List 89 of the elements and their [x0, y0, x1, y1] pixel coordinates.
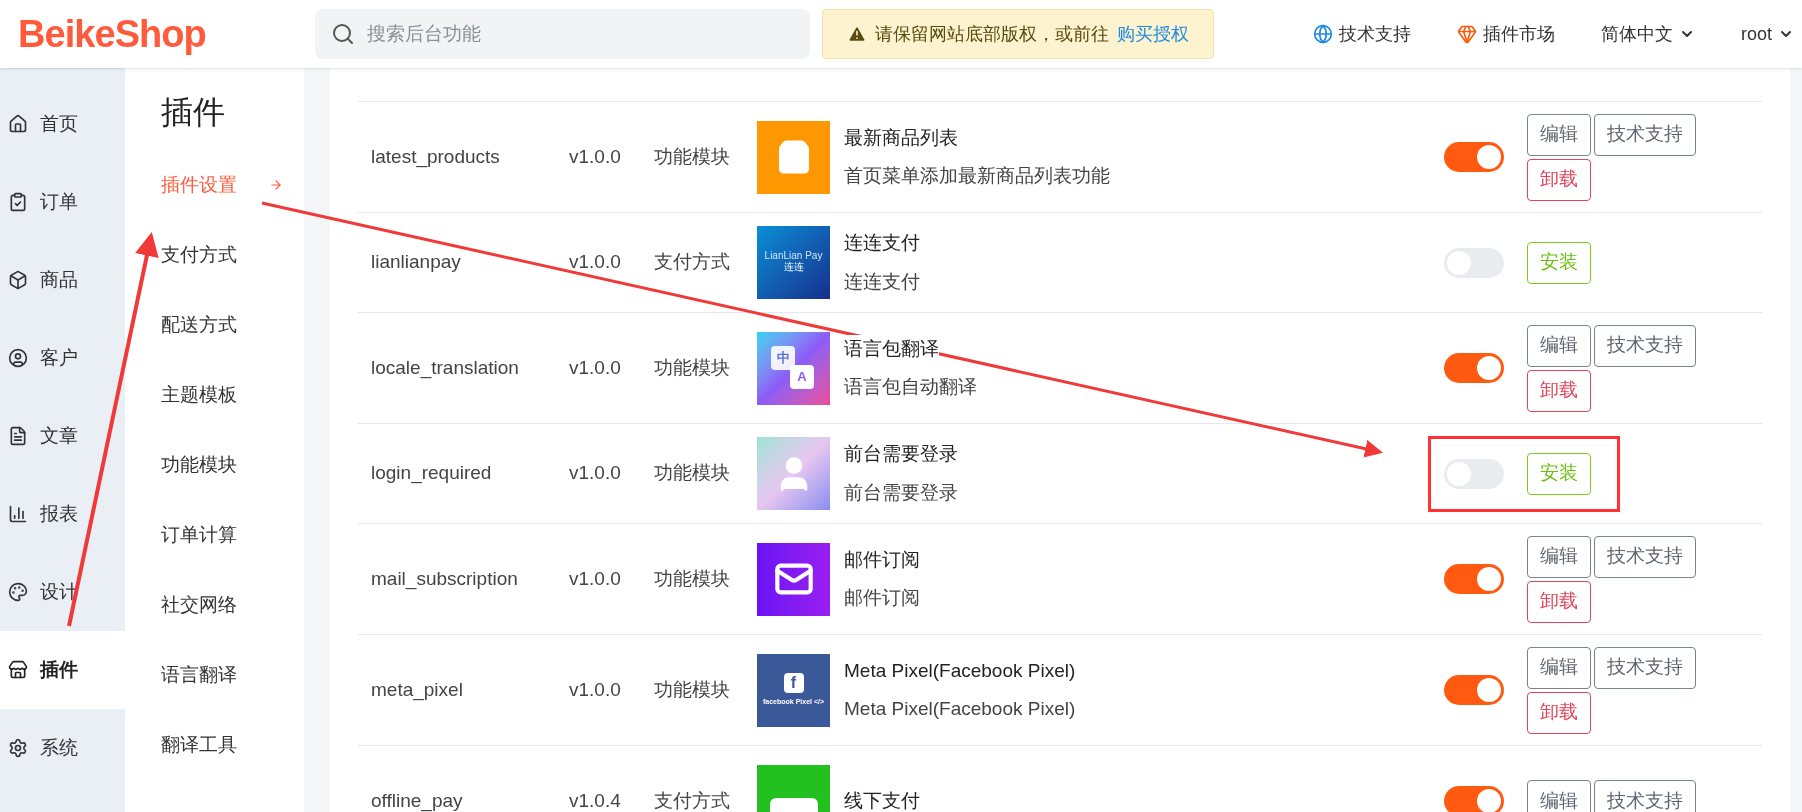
- logo: BeikeShop: [18, 11, 207, 57]
- submenu-item[interactable]: 主题模板: [161, 360, 304, 430]
- bar-chart-icon: [8, 504, 28, 524]
- sidebar-item[interactable]: 商品: [0, 241, 125, 319]
- submenu-item[interactable]: 语言翻译: [161, 640, 304, 710]
- plugin-version: v1.0.0: [569, 355, 622, 380]
- globe-icon: [1312, 24, 1333, 44]
- toggle-switch[interactable]: [1444, 353, 1504, 383]
- home-icon: [8, 114, 28, 134]
- plugin-type: 功能模块: [654, 566, 731, 591]
- logo-text: LianLian Pay: [764, 251, 823, 262]
- sidebar-item[interactable]: 报表: [0, 475, 125, 553]
- plugin-description: Meta Pixel(Facebook Pixel): [844, 697, 1077, 721]
- plugin-code: offline_pay: [370, 788, 464, 812]
- plugin-type: 功能模块: [654, 677, 731, 702]
- support-button[interactable]: 技术支持: [1594, 646, 1696, 689]
- user-dropdown[interactable]: root: [1740, 20, 1794, 48]
- clipboard-icon: [8, 192, 28, 212]
- uninstall-button[interactable]: 卸载: [1527, 691, 1591, 734]
- plugin-version: v1.0.0: [569, 677, 622, 702]
- plugin-description: 前台需要登录: [844, 480, 959, 505]
- letter-glyph-tile: A: [790, 364, 814, 389]
- plugin-type: 支付方式: [654, 788, 731, 812]
- notice-text: 请保留网站底部版权，或前往: [875, 22, 1109, 46]
- edit-button[interactable]: 编辑: [1527, 535, 1591, 578]
- plugin-version: v1.0.0: [569, 461, 622, 486]
- toggle-switch[interactable]: [1444, 786, 1504, 812]
- submenu-item[interactable]: 功能模块: [161, 430, 304, 500]
- sidebar-item[interactable]: 订单: [0, 163, 125, 241]
- edit-button[interactable]: 编辑: [1527, 324, 1591, 367]
- language-dropdown[interactable]: 简体中文: [1600, 20, 1695, 48]
- support-button[interactable]: 技术支持: [1594, 113, 1696, 156]
- support-button[interactable]: 技术支持: [1594, 324, 1696, 367]
- plugin-type: 支付方式: [654, 250, 731, 275]
- chinese-glyph-tile: 中: [771, 345, 795, 370]
- logo-text: 连连: [783, 261, 804, 274]
- uninstall-button[interactable]: 卸载: [1527, 158, 1591, 201]
- sidebar-item[interactable]: 系统: [0, 709, 125, 787]
- plugin-code: latest_products: [370, 144, 501, 170]
- edit-button[interactable]: 编辑: [1527, 113, 1591, 156]
- plugin-type: 功能模块: [654, 355, 731, 380]
- plugin-description: 语言包自动翻译: [844, 375, 978, 399]
- plugin-version: v1.0.0: [569, 250, 622, 275]
- support-button[interactable]: 技术支持: [1594, 780, 1696, 812]
- plugin-code: meta_pixel: [370, 677, 464, 703]
- submenu-item[interactable]: 翻译工具: [161, 710, 304, 780]
- plugin-market-link[interactable]: 插件市场: [1456, 20, 1555, 48]
- sidebar-item[interactable]: 首页: [0, 85, 125, 163]
- store-icon: [8, 660, 28, 680]
- sidebar-item[interactable]: 客户: [0, 319, 125, 397]
- toggle-switch[interactable]: [1444, 564, 1504, 594]
- plugin-type: 功能模块: [654, 461, 731, 486]
- edit-button[interactable]: 编辑: [1527, 780, 1591, 812]
- plugin-code: mail_subscription: [370, 566, 519, 592]
- submenu-item[interactable]: 支付方式: [161, 220, 304, 290]
- submenu-title: 插件: [161, 93, 226, 132]
- toggle-switch[interactable]: [1444, 675, 1504, 705]
- plugin-description: 邮件订阅: [844, 586, 921, 610]
- palette-icon: [8, 582, 28, 602]
- plugin-code: locale_translation: [370, 355, 520, 381]
- document-icon: [8, 426, 28, 446]
- support-button[interactable]: 技术支持: [1594, 535, 1696, 578]
- plugin-description: 首页菜单添加最新商品列表功能: [844, 164, 1111, 188]
- sidebar-item[interactable]: 文章: [0, 397, 125, 475]
- submenu-item[interactable]: 订单计算: [161, 500, 304, 570]
- box-icon: [8, 270, 28, 290]
- support-link[interactable]: 技术支持: [1312, 20, 1411, 48]
- logo-letter: f: [783, 672, 804, 693]
- search-field[interactable]: 搜索后台功能: [315, 9, 810, 59]
- plugin-description: 连连支付: [844, 269, 921, 294]
- submenu-item[interactable]: 配送方式: [161, 290, 304, 360]
- toggle-switch[interactable]: [1444, 142, 1504, 172]
- uninstall-button[interactable]: 卸载: [1527, 580, 1591, 623]
- search-icon: [331, 22, 355, 46]
- sidebar-item[interactable]: 插件: [0, 631, 125, 709]
- uninstall-button[interactable]: 卸载: [1527, 369, 1591, 412]
- submenu-item[interactable]: 社交网络: [161, 570, 304, 640]
- plugin-version: v1.0.4: [569, 788, 622, 812]
- sidebar-item[interactable]: 设计: [0, 553, 125, 631]
- user-circle-icon: [8, 348, 28, 368]
- edit-button[interactable]: 编辑: [1527, 646, 1591, 689]
- plugin-code: login_required: [370, 461, 493, 486]
- plugin-version: v1.0.0: [569, 566, 622, 591]
- settings-icon: [8, 738, 28, 758]
- diamond-icon: [1456, 24, 1477, 44]
- warning-icon: [847, 24, 867, 44]
- plugin-type: 功能模块: [654, 144, 731, 169]
- plugin-code: lianlianpay: [370, 250, 462, 275]
- plugin-version: v1.0.0: [569, 144, 622, 169]
